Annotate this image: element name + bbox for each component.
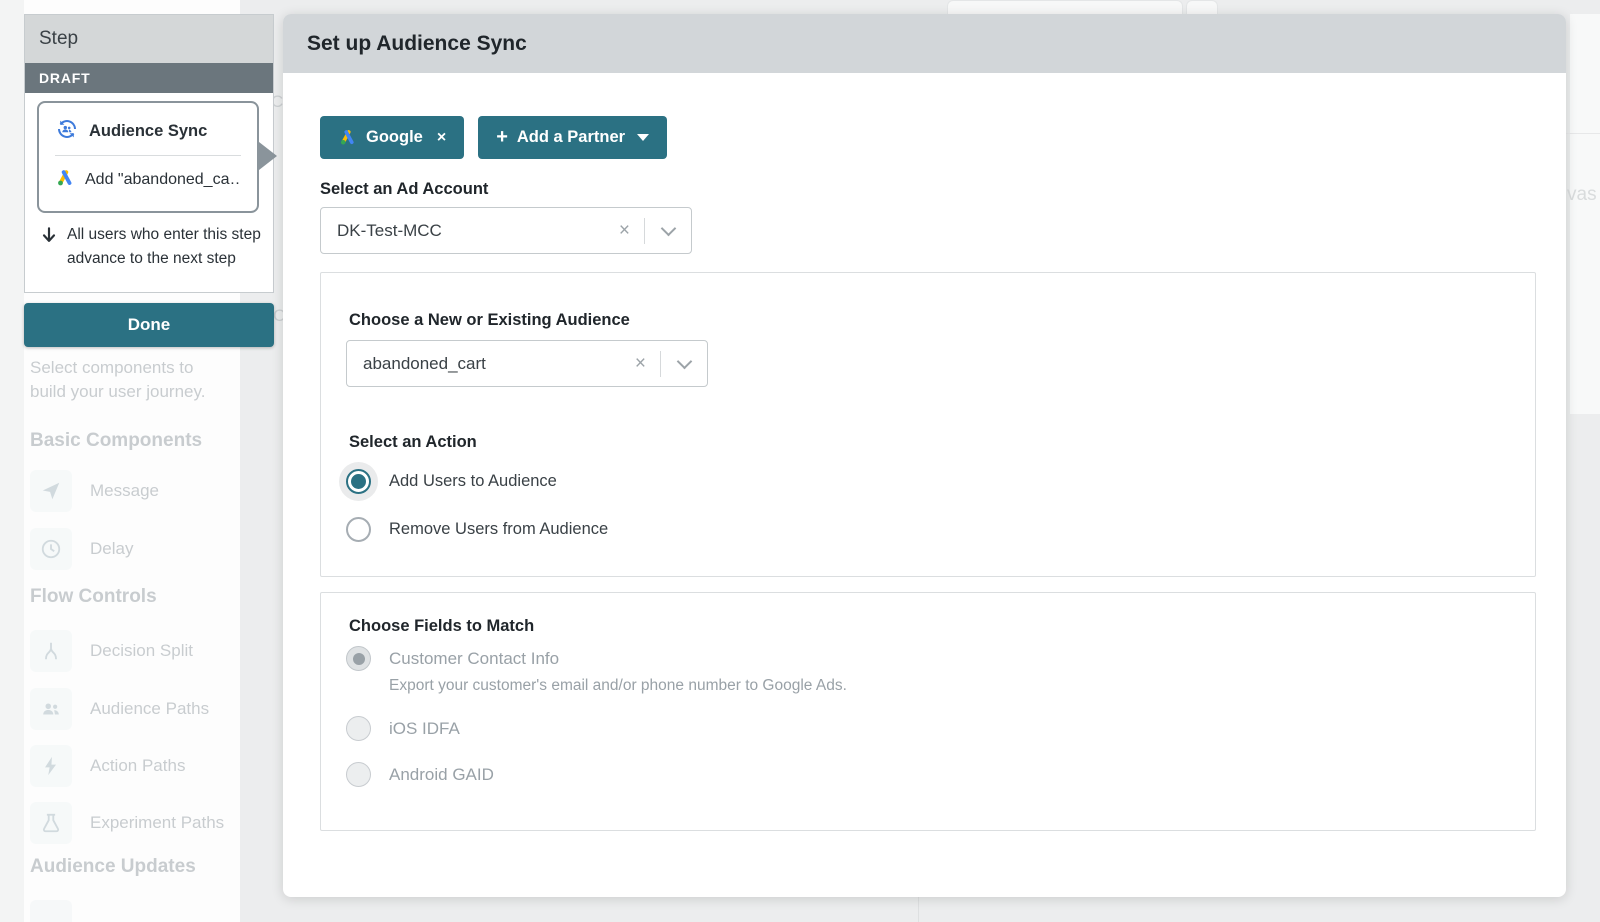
- modal-title: Set up Audience Sync: [307, 31, 527, 55]
- radio-disabled-icon: [346, 762, 371, 787]
- step-caption: All users who enter this step advance to…: [39, 223, 269, 271]
- sidebar-item-experiment-paths[interactable]: Experiment Paths: [30, 802, 240, 844]
- audience-label: Choose a New or Existing Audience: [349, 311, 630, 329]
- sidebar-item-label: Message: [90, 481, 159, 500]
- clock-icon: [30, 528, 72, 570]
- audience-sync-icon: [55, 117, 79, 146]
- sidebar-item-label: Action Paths: [90, 756, 186, 775]
- section-heading-audience-updates: Audience Updates: [30, 856, 196, 877]
- background-input-fragment: [947, 0, 1183, 14]
- audience-section: Choose a New or Existing Audience abando…: [320, 272, 1536, 577]
- google-partner-chip[interactable]: Google ×: [320, 116, 465, 159]
- radio-label: iOS IDFA: [389, 718, 460, 738]
- down-arrow-icon: [42, 227, 56, 242]
- step-card-pointer: [259, 142, 277, 170]
- radio-selected-icon[interactable]: [339, 462, 378, 501]
- background-text-fragment: vas: [1567, 184, 1597, 205]
- radio-label: Customer Contact Info: [389, 648, 560, 668]
- ad-account-value: DK-Test-MCC: [337, 220, 442, 240]
- send-icon: [30, 470, 72, 512]
- chevron-down-icon[interactable]: [661, 353, 707, 369]
- people-icon: [30, 688, 72, 730]
- audience-select[interactable]: abandoned_cart ×: [346, 340, 708, 387]
- radio-remove-users-from-audience[interactable]: Remove Users from Audience: [346, 517, 608, 542]
- ad-account-select[interactable]: DK-Test-MCC ×: [320, 207, 692, 254]
- plus-icon: +: [496, 126, 508, 148]
- radio-customer-contact-info: Customer Contact Info: [346, 646, 559, 671]
- radio-disabled-selected-icon: [346, 646, 371, 671]
- sidebar-item-label: Experiment Paths: [90, 813, 225, 832]
- background-divider: [918, 897, 919, 922]
- step-panel-title: Step: [25, 15, 273, 63]
- audience-sync-step-card[interactable]: Audience Sync Add "abandoned_ca…: [37, 101, 259, 213]
- clear-icon[interactable]: ×: [605, 220, 644, 242]
- google-ads-icon: [338, 128, 366, 147]
- section-heading-basic-components: Basic Components: [30, 430, 203, 451]
- radio-label: Add Users to Audience: [389, 472, 557, 490]
- chevron-down-icon: [637, 134, 650, 141]
- radio-android-gaid: Android GAID: [346, 762, 494, 787]
- sidebar-item-action-paths[interactable]: Action Paths: [30, 745, 240, 787]
- fields-to-match-section: Choose Fields to Match Customer Contact …: [320, 592, 1536, 831]
- flask-icon: [30, 802, 72, 844]
- section-heading-flow-controls: Flow Controls: [30, 586, 157, 607]
- field-description: Export your customer's email and/or phon…: [389, 677, 847, 694]
- sidebar-helper-text: Select components to build your user jou…: [30, 358, 206, 401]
- audience-value: abandoned_cart: [363, 353, 486, 373]
- sidebar-item-decision-split[interactable]: Decision Split: [30, 630, 240, 672]
- radio-add-users-to-audience[interactable]: Add Users to Audience: [339, 462, 557, 501]
- modal-header: Set up Audience Sync: [283, 14, 1566, 73]
- radio-ios-idfa: iOS IDFA: [346, 716, 460, 741]
- audience-sync-modal: Set up Audience Sync Google × + Add a Pa…: [283, 14, 1566, 897]
- background-divider: [1566, 133, 1600, 134]
- divider: [55, 155, 241, 156]
- sidebar-item-partial[interactable]: [30, 900, 240, 922]
- sidebar-item-audience-paths[interactable]: Audience Paths: [30, 688, 240, 730]
- radio-label: Remove Users from Audience: [389, 520, 609, 538]
- chevron-down-icon[interactable]: [645, 220, 691, 236]
- sidebar-item-label: Decision Split: [90, 641, 193, 660]
- radio-disabled-icon: [346, 716, 371, 741]
- decision-split-icon: [30, 630, 72, 672]
- partner-chip-label: Google: [366, 128, 423, 146]
- step-caption-text: All users who enter this step advance to…: [67, 226, 261, 267]
- background-panel-fragment: [1570, 14, 1600, 414]
- step-card-title: Audience Sync: [89, 121, 208, 140]
- google-ads-icon: [55, 168, 75, 193]
- add-partner-button[interactable]: + Add a Partner: [478, 116, 668, 159]
- radio-unselected-icon[interactable]: [346, 517, 371, 542]
- sidebar-item-label: Delay: [90, 539, 134, 558]
- status-badge: DRAFT: [25, 63, 273, 93]
- step-panel: Step DRAFT Audience Sync Add "abandoned_…: [24, 14, 277, 293]
- background-button-fragment: [1186, 0, 1218, 14]
- action-label: Select an Action: [349, 433, 477, 451]
- step-card-subtitle: Add "abandoned_ca…: [85, 171, 241, 188]
- ad-account-label: Select an Ad Account: [320, 180, 489, 198]
- sidebar-item-message[interactable]: Message: [30, 470, 240, 512]
- fields-label: Choose Fields to Match: [349, 617, 535, 635]
- lightning-icon: [30, 745, 72, 787]
- sidebar-item-label: Audience Paths: [90, 699, 210, 718]
- clear-icon[interactable]: ×: [621, 353, 660, 375]
- remove-partner-icon[interactable]: ×: [437, 129, 446, 147]
- sidebar-item-delay[interactable]: Delay: [30, 528, 240, 570]
- component-icon: [30, 900, 72, 922]
- add-partner-label: Add a Partner: [516, 128, 626, 146]
- radio-label: Android GAID: [389, 764, 494, 784]
- done-button[interactable]: Done: [24, 303, 274, 347]
